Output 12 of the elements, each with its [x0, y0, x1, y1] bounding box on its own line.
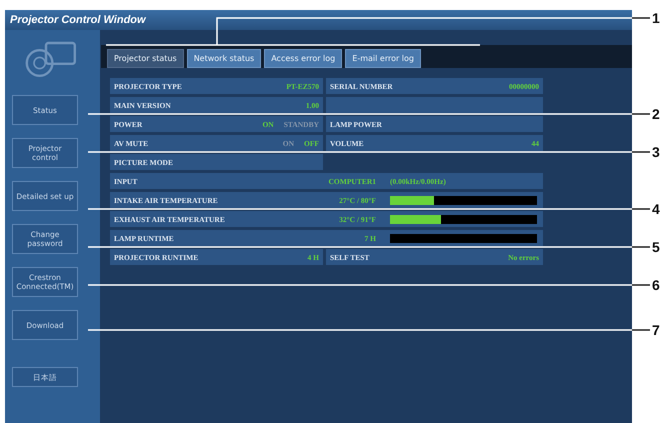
callout-number: 7 [652, 321, 660, 339]
callout-number: 3 [652, 143, 660, 161]
tab[interactable]: Projector status [107, 49, 184, 68]
callout-number: 6 [652, 276, 660, 294]
window-title: Projector Control Window [10, 14, 146, 26]
tab[interactable]: E-mail error log [345, 49, 421, 68]
tab[interactable]: Network status [186, 49, 262, 68]
callout-number: 5 [652, 238, 660, 256]
callout-number: 4 [652, 200, 660, 218]
callout-number: 1 [652, 9, 660, 27]
tab[interactable]: Access error log [264, 49, 342, 68]
callout-number: 2 [652, 105, 660, 123]
